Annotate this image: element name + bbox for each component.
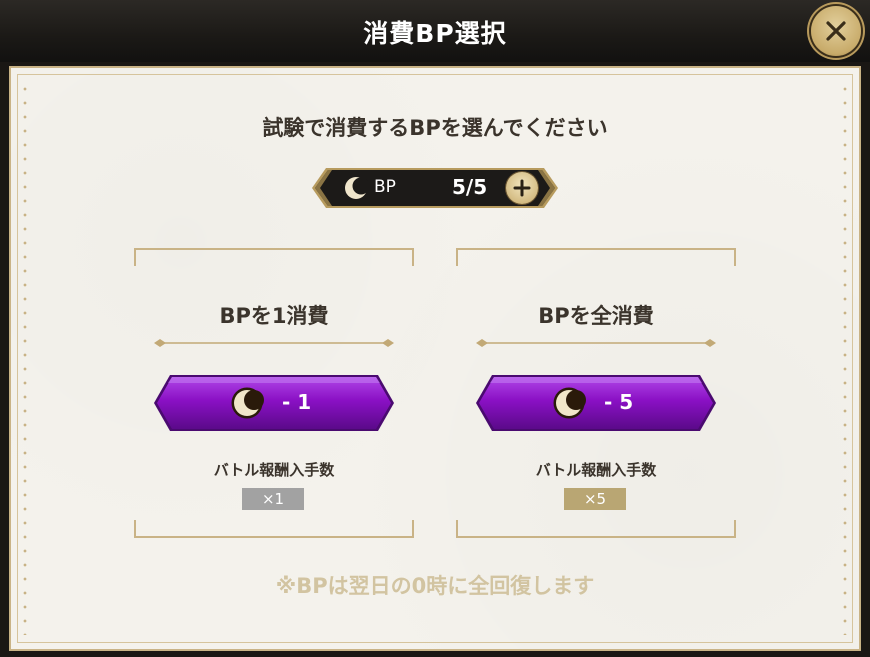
dialog-title: 消費BP選択 [363,19,507,48]
spend-amount: - 5 [604,390,634,414]
purple-button-bg [154,375,394,431]
close-button[interactable] [811,6,861,56]
recovery-note: ※BPは翌日の0時に全回復します [275,574,595,598]
spend-one-bp-button[interactable]: - 1 [154,374,394,432]
ornament-divider [154,339,394,347]
option-card-spend-all: BPを全消費 - 5 バトル報酬入手数 ×5 [456,248,736,538]
reward-multiplier-badge: ×1 [242,488,304,510]
bp-value: 5/5 [452,175,488,199]
dotted-border-left [23,82,27,635]
plus-icon [513,179,531,197]
purple-button-bg [476,375,716,431]
option-title: BPを1消費 [219,304,329,328]
title-bar: 消費BP選択 [0,0,870,62]
crescent-moon-icon [231,387,264,419]
bp-label: BP [374,177,396,197]
ornament-divider [476,339,716,347]
option-title: BPを全消費 [538,304,654,328]
close-icon [826,21,846,41]
add-bp-button[interactable] [506,172,538,204]
spend-amount: - 1 [282,390,312,414]
dotted-border-right [843,82,847,635]
crescent-moon-icon [553,387,586,419]
option-card-spend-one: BPを1消費 - 1 バトル報酬入手数 ×1 [134,248,414,538]
bp-counter-bar: BP 5/5 [312,166,558,210]
reward-label: バトル報酬入手数 [213,461,335,479]
bp-select-dialog: 消費BP選択 試験で消費するBPを選んでください BP 5/5 BPを1消費 -… [0,0,870,657]
spend-all-bp-button[interactable]: - 5 [476,374,716,432]
reward-label: バトル報酬入手数 [535,461,657,479]
crescent-moon-icon [345,177,368,199]
instruction-text: 試験で消費するBPを選んでください [262,116,608,140]
reward-multiplier-badge: ×5 [564,488,626,510]
